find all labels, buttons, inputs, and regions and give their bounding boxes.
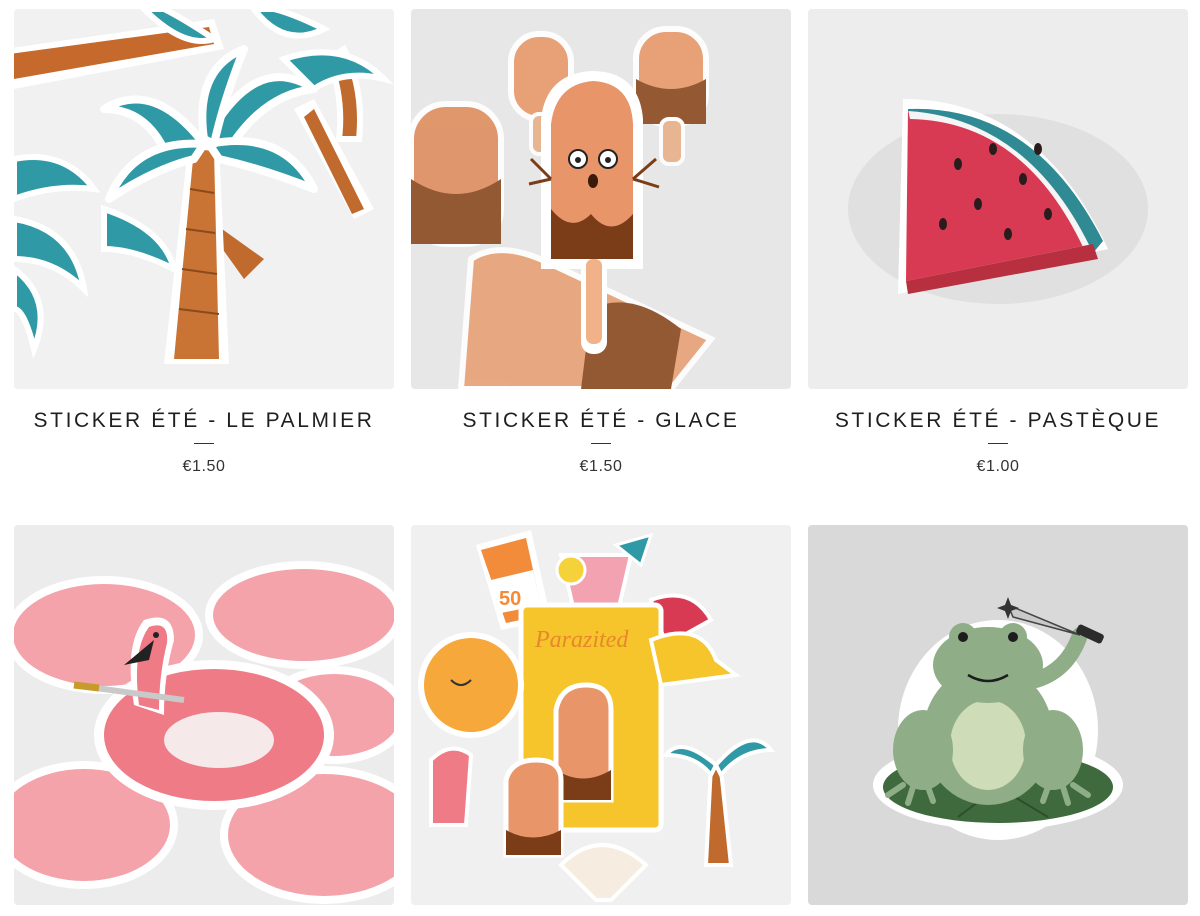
product-grid: STICKER ÉTÉ - LE PALMIER €1.50 STICKER É… — [0, 0, 1200, 916]
product-card[interactable]: STICKER ÉTÉ - LE PALMIER €1.50 — [14, 9, 394, 476]
product-card[interactable] — [14, 525, 394, 916]
product-price: €1.50 — [579, 458, 623, 475]
pack-logo-text: Parazited — [534, 627, 629, 653]
title-divider — [988, 443, 1008, 444]
product-title[interactable]: STICKER ÉTÉ - LE PALMIER — [14, 409, 394, 433]
title-divider — [591, 443, 611, 444]
product-card[interactable] — [808, 525, 1188, 916]
product-price: €1.00 — [976, 458, 1020, 475]
product-image-sticker-pack[interactable]: 50 Parazited — [411, 525, 791, 905]
product-card[interactable]: STICKER ÉTÉ - PASTÈQUE €1.00 — [808, 9, 1188, 476]
product-card[interactable]: 50 Parazited — [411, 525, 791, 916]
sunscreen-number: 50 — [499, 588, 521, 610]
product-card[interactable]: STICKER ÉTÉ - GLACE €1.50 — [411, 9, 791, 476]
product-title[interactable]: STICKER ÉTÉ - GLACE — [411, 409, 791, 433]
product-image-watermelon[interactable] — [808, 9, 1188, 389]
product-image-ice-cream[interactable] — [411, 9, 791, 389]
product-image-flamingo[interactable] — [14, 525, 394, 905]
product-image-palm-trees[interactable] — [14, 9, 394, 389]
product-title[interactable]: STICKER ÉTÉ - PASTÈQUE — [808, 409, 1188, 433]
product-image-frog[interactable] — [808, 525, 1188, 905]
title-divider — [194, 443, 214, 444]
product-price: €1.50 — [182, 458, 226, 475]
